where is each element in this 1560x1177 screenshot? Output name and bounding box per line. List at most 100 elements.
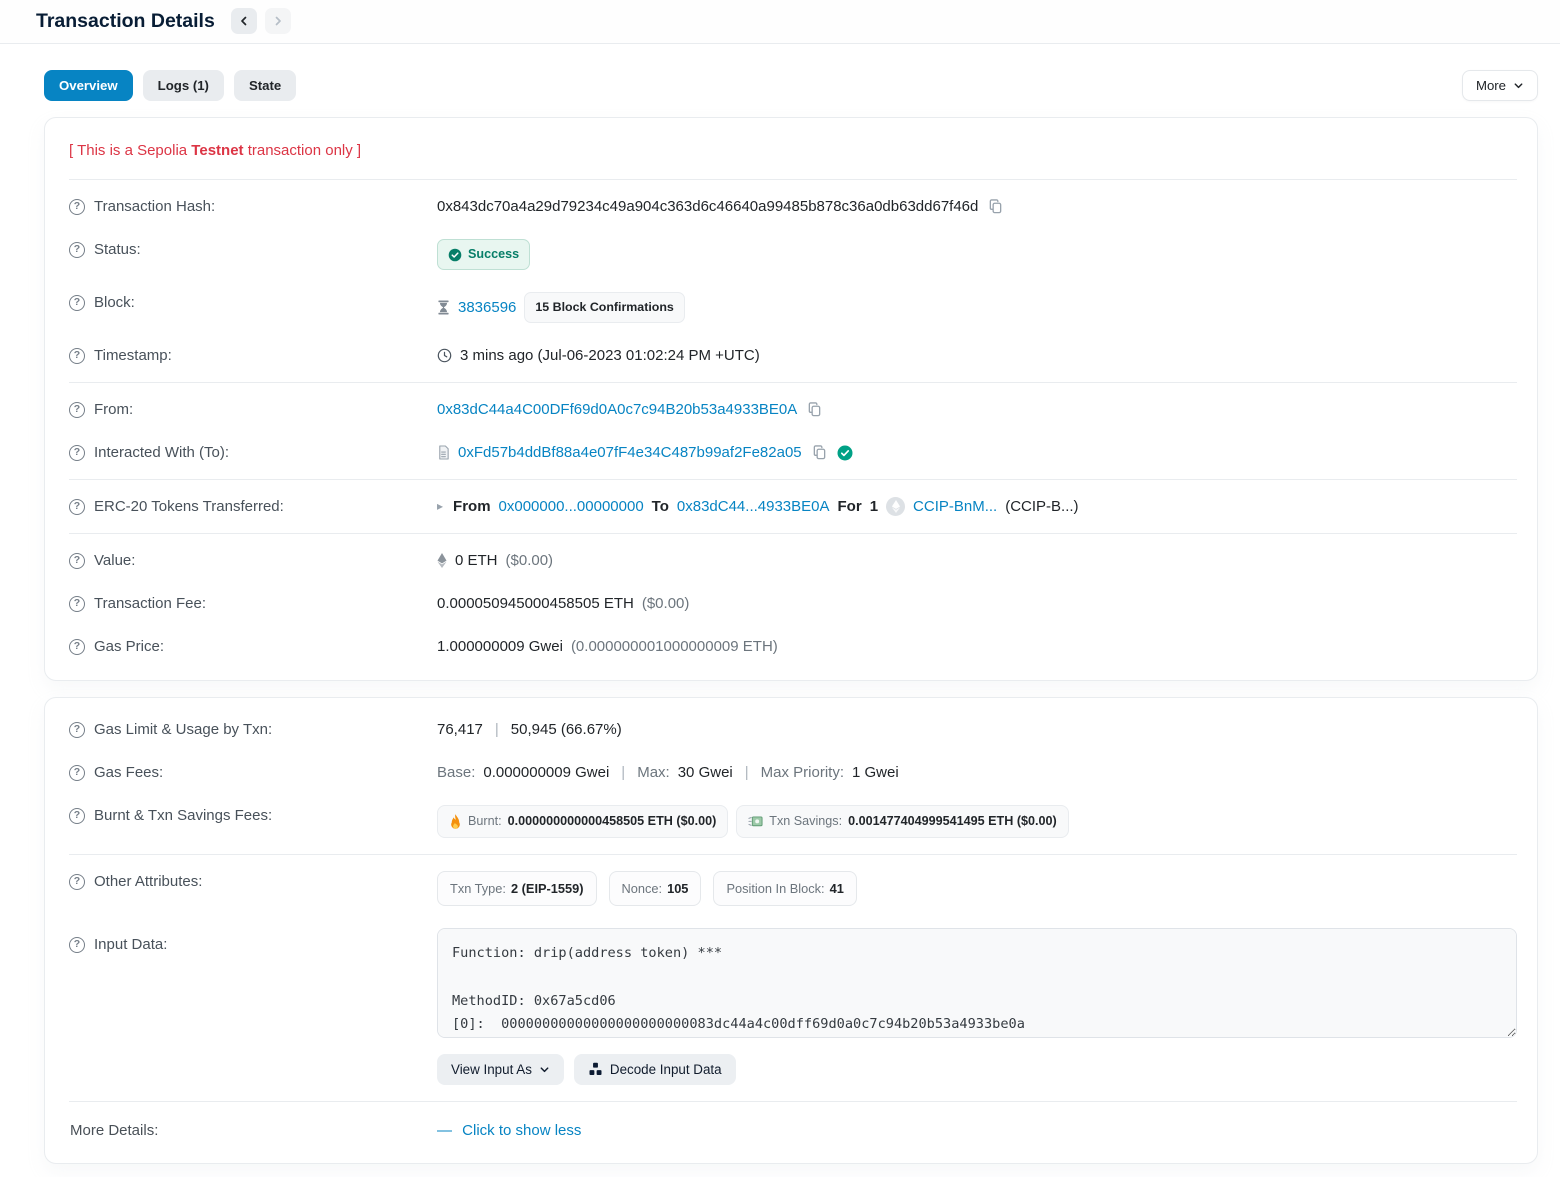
help-icon[interactable]: ? [69, 596, 85, 612]
triangle-bullet-icon: ▸ [437, 496, 443, 517]
timestamp-label: Timestamp: [94, 345, 172, 366]
txn-type-label: Txn Type: [450, 878, 506, 899]
position-in-block-value: 41 [830, 878, 844, 899]
page-header: Transaction Details [0, 0, 1560, 44]
copy-icon [812, 445, 827, 460]
token-name-link[interactable]: CCIP-BnM... [913, 496, 997, 517]
input-data-row: ? Input Data: Function: drip(address tok… [69, 917, 1517, 1096]
gas-used-value: 50,945 (66.67%) [511, 719, 622, 740]
copy-icon [807, 402, 822, 417]
help-icon[interactable]: ? [69, 402, 85, 418]
nonce-label: Nonce: [622, 878, 663, 899]
view-input-as-label: View Input As [451, 1062, 532, 1077]
copy-icon [988, 199, 1003, 214]
timestamp-value: 3 mins ago (Jul-06-2023 01:02:24 PM +UTC… [460, 345, 760, 366]
transaction-fee-value: 0.000050945000458505 ETH [437, 593, 634, 614]
transaction-hash-label: Transaction Hash: [94, 196, 215, 217]
interacted-with-row: ? Interacted With (To): 0xFd57b4ddBf88a4… [69, 431, 1517, 474]
max-fee-value: 30 Gwei [678, 762, 733, 783]
status-row: ? Status: Success [69, 228, 1517, 281]
transaction-fee-label: Transaction Fee: [94, 593, 206, 614]
help-icon[interactable]: ? [69, 348, 85, 364]
tabs-row: Overview Logs (1) State More [44, 70, 1538, 101]
help-icon[interactable]: ? [69, 639, 85, 655]
flame-icon [449, 814, 462, 829]
page-title: Transaction Details [36, 10, 215, 33]
help-icon[interactable]: ? [69, 499, 85, 515]
show-less-link[interactable]: — Click to show less [437, 1120, 581, 1141]
copy-from-address-button[interactable] [805, 402, 824, 417]
burnt-badge-value: 0.000000000000458505 ETH ($0.00) [508, 811, 717, 832]
money-wings-icon [748, 815, 763, 828]
more-button-label: More [1476, 78, 1506, 93]
previous-transaction-button[interactable] [231, 8, 257, 34]
block-row: ? Block: 3836596 15 Block Confirmations [69, 281, 1517, 334]
more-details-row: More Details: — Click to show less [69, 1107, 1517, 1151]
transaction-hash-value: 0x843dc70a4a29d79234c49a904c363d6c46640a… [437, 196, 978, 217]
divider [69, 1101, 1517, 1102]
txn-type-badge: Txn Type: 2 (EIP-1559) [437, 871, 597, 906]
testnet-notice: [ This is a Sepolia Testnet transaction … [69, 128, 1517, 174]
value-label: Value: [94, 550, 135, 571]
gas-price-label: Gas Price: [94, 636, 164, 657]
divider [69, 179, 1517, 180]
gas-price-eth: (0.000000001000000009 ETH) [571, 636, 778, 657]
tab-overview[interactable]: Overview [44, 70, 133, 101]
from-address-link[interactable]: 0x83dC44a4C00DFf69d0A0c7c94B20b53a4933BE… [437, 399, 797, 420]
decode-input-data-button[interactable]: Decode Input Data [574, 1054, 736, 1085]
status-badge: Success [437, 239, 530, 270]
value-eth: 0 ETH [455, 550, 498, 571]
erc20-transfers-label: ERC-20 Tokens Transferred: [94, 496, 284, 517]
gas-price-row: ? Gas Price: 1.000000009 Gwei (0.0000000… [69, 625, 1517, 668]
block-confirmations-badge: 15 Block Confirmations [524, 292, 684, 323]
chevron-down-icon [539, 1064, 550, 1075]
eth-icon [437, 553, 447, 568]
copy-to-address-button[interactable] [810, 445, 829, 460]
help-icon[interactable]: ? [69, 295, 85, 311]
txn-savings-badge: Txn Savings: 0.001477404999541495 ETH ($… [736, 805, 1068, 838]
verified-check-icon [837, 445, 853, 461]
help-icon[interactable]: ? [69, 242, 85, 258]
max-fee-label: Max: [637, 762, 670, 783]
status-badge-label: Success [468, 244, 519, 265]
burnt-fees-label: Burnt & Txn Savings Fees: [94, 805, 272, 826]
help-icon[interactable]: ? [69, 874, 85, 890]
overview-card: [ This is a Sepolia Testnet transaction … [44, 117, 1538, 681]
tab-state[interactable]: State [234, 70, 296, 101]
help-icon[interactable]: ? [69, 937, 85, 953]
erc20-from-address-link[interactable]: 0x000000...00000000 [499, 496, 644, 517]
erc20-to-address-link[interactable]: 0x83dC44...4933BE0A [677, 496, 830, 517]
base-fee-label: Base: [437, 762, 475, 783]
help-icon[interactable]: ? [69, 199, 85, 215]
contract-file-icon [437, 445, 450, 460]
erc20-transfer-item: ▸ From 0x000000...00000000 To 0x83dC44..… [437, 496, 1517, 517]
pipe-separator: | [741, 762, 753, 783]
help-icon[interactable]: ? [69, 765, 85, 781]
view-input-as-button[interactable]: View Input As [437, 1054, 564, 1085]
erc20-transfers-row: ? ERC-20 Tokens Transferred: ▸ From 0x00… [69, 485, 1517, 528]
gas-limit-row: ? Gas Limit & Usage by Txn: 76,417 | 50,… [69, 708, 1517, 751]
next-transaction-button[interactable] [265, 8, 291, 34]
more-button[interactable]: More [1462, 70, 1538, 101]
help-icon[interactable]: ? [69, 808, 85, 824]
more-details-label: More Details: [70, 1120, 158, 1141]
to-address-link[interactable]: 0xFd57b4ddBf88a4e07fF4e34C487b99af2Fe82a… [458, 442, 802, 463]
help-icon[interactable]: ? [69, 722, 85, 738]
burnt-fees-row: ? Burnt & Txn Savings Fees: Burnt: 0.000… [69, 794, 1517, 849]
minus-icon: — [437, 1122, 452, 1139]
gas-limit-label: Gas Limit & Usage by Txn: [94, 719, 272, 740]
max-priority-label: Max Priority: [761, 762, 844, 783]
nonce-badge: Nonce: 105 [609, 871, 702, 906]
status-label: Status: [94, 239, 141, 260]
help-icon[interactable]: ? [69, 445, 85, 461]
gas-limit-value: 76,417 [437, 719, 483, 740]
help-icon[interactable]: ? [69, 553, 85, 569]
position-in-block-badge: Position In Block: 41 [713, 871, 856, 906]
input-data-textarea[interactable]: Function: drip(address token) *** Method… [437, 928, 1517, 1038]
chevron-left-icon [238, 15, 250, 27]
chevron-right-icon [272, 15, 284, 27]
copy-transaction-hash-button[interactable] [986, 199, 1005, 214]
tab-logs[interactable]: Logs (1) [143, 70, 224, 101]
chevron-down-icon [1513, 80, 1524, 91]
block-number-link[interactable]: 3836596 [458, 297, 516, 318]
